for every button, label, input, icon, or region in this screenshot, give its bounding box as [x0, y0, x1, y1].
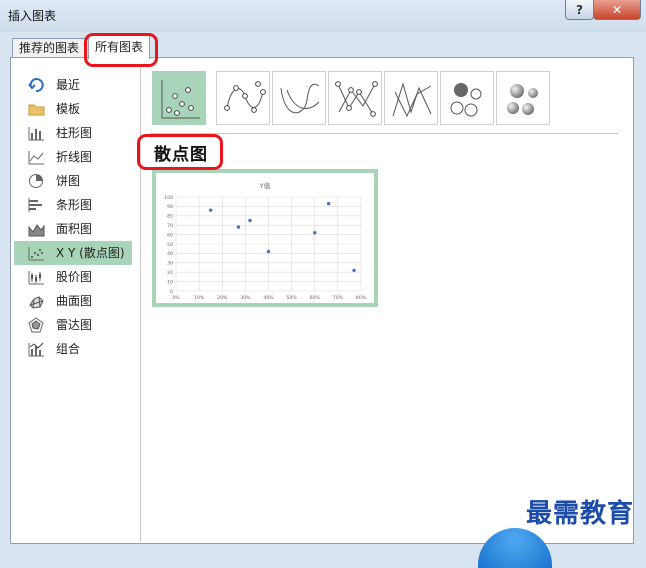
y-tick-label: 20 [167, 270, 173, 276]
stock-chart-icon [28, 269, 45, 285]
line-chart-icon [28, 149, 45, 165]
x-tick-label: 50% [287, 295, 298, 301]
y-tick-label: 40 [167, 251, 173, 257]
sidebar-item-label: 饼图 [56, 174, 81, 188]
x-tick-label: 60% [310, 295, 321, 301]
recent-icon [28, 77, 45, 93]
close-button[interactable]: ✕ [593, 0, 641, 20]
sidebar-item-label: 组合 [56, 342, 81, 356]
subtype-scatter-smooth-lines-markers[interactable] [216, 71, 270, 125]
chart-type-title: 散点图 [154, 145, 208, 165]
scatter-icon [161, 80, 200, 119]
sidebar-item-bar[interactable]: 条形图 [14, 193, 132, 217]
scatter-smooth-lines-icon [280, 83, 320, 114]
sidebar-item-label: X Y (散点图) [56, 246, 125, 260]
x-tick-label: 80% [356, 295, 367, 301]
y-tick-label: 90 [167, 204, 173, 210]
watermark-text: 最需教育 [526, 499, 635, 529]
scatter-point [248, 218, 252, 223]
chart-preview[interactable]: Y值 0 10 20 30 40 50 60 70 80 90 100 0% 10% 20% 30% 40% 5… [152, 169, 378, 307]
sidebar-item-column[interactable]: 柱形图 [14, 121, 132, 145]
combo-chart-icon [28, 341, 45, 357]
scatter-point [208, 208, 213, 212]
scatter-point [326, 201, 331, 206]
x-tick-label: 20% [217, 295, 228, 301]
bar-chart-icon [28, 197, 45, 213]
folder-icon [28, 101, 45, 117]
help-button[interactable]: ? [565, 0, 594, 20]
y-tick-label: 30 [167, 261, 173, 267]
sidebar-item-label: 折线图 [56, 150, 93, 164]
subtype-bubble[interactable] [440, 71, 494, 125]
scatter-point [352, 268, 356, 273]
x-tick-label: 70% [333, 295, 344, 301]
sidebar-item-area[interactable]: 面积图 [14, 217, 132, 241]
sidebar-item-radar[interactable]: 雷达图 [14, 313, 132, 337]
y-tick-label: 50 [167, 242, 173, 248]
scatter-chart-preview: Y值 0 10 20 30 40 50 60 70 80 90 100 0% 10% 20% 30% 40% 5… [164, 181, 367, 301]
sidebar-item-recent[interactable]: 最近 [14, 73, 132, 97]
scatter-chart-icon [28, 245, 45, 261]
y-tick-label: 100 [164, 195, 173, 201]
sidebar-item-templates[interactable]: 模板 [14, 97, 132, 121]
bubble-icon [450, 83, 482, 117]
chart-title: Y值 [259, 181, 271, 190]
tab-recommended-charts[interactable]: 推荐的图表 [12, 38, 87, 58]
scatter-point [266, 249, 271, 254]
chart-tick-labels: 0 10 20 30 40 50 60 70 80 90 100 0% 10% 20% 30% 40% 50% 6… [164, 195, 367, 301]
scatter-point [313, 231, 317, 235]
title-bar: 插入图表 ? ✕ [0, 0, 646, 32]
sidebar-item-surface[interactable]: 曲面图 [14, 289, 132, 313]
surface-chart-icon [28, 293, 45, 309]
scatter-straight-lines-icon [392, 82, 432, 118]
y-tick-label: 0 [170, 289, 173, 295]
scatter-point [236, 225, 241, 229]
scatter-straight-lines-markers-icon [335, 81, 378, 117]
gallery-divider [150, 133, 618, 134]
pie-chart-icon [28, 173, 45, 189]
sidebar-item-label: 最近 [56, 78, 81, 92]
radar-chart-icon [28, 317, 45, 333]
subtype-scatter-straight-lines-markers[interactable] [328, 71, 382, 125]
tab-all-charts[interactable]: 所有图表 [88, 34, 151, 59]
sidebar-item-combo[interactable]: 组合 [14, 337, 132, 361]
sidebar-item-label: 股价图 [56, 270, 93, 284]
chart-points [208, 201, 356, 273]
sidebar-item-label: 曲面图 [56, 294, 93, 308]
x-tick-label: 0% [172, 295, 180, 301]
subtype-3d-bubble[interactable] [496, 71, 550, 125]
sidebar-item-label: 面积图 [56, 222, 93, 236]
sidebar-item-label: 条形图 [56, 198, 93, 212]
sidebar-item-stock[interactable]: 股价图 [14, 265, 132, 289]
3d-bubble-icon [507, 84, 538, 115]
scatter-smooth-lines-markers-icon [224, 81, 266, 113]
chart-category-list: 最近 模板 柱形图 折线图 饼图 条形图 面积图 X Y (散点图) 股价图 曲… [14, 73, 132, 361]
x-tick-label: 40% [263, 295, 274, 301]
subtype-scatter-straight-lines[interactable] [384, 71, 438, 125]
area-chart-icon [28, 221, 45, 237]
x-tick-label: 30% [240, 295, 251, 301]
y-tick-label: 80 [167, 214, 173, 220]
y-tick-label: 70 [167, 223, 173, 229]
sidebar-item-label: 模板 [56, 102, 81, 116]
y-tick-label: 60 [167, 232, 173, 238]
y-tick-label: 10 [167, 279, 173, 285]
chart-gridlines [175, 196, 362, 292]
x-tick-label: 10% [194, 295, 205, 301]
subtype-scatter-smooth-lines[interactable] [272, 71, 326, 125]
subtype-scatter[interactable] [152, 71, 206, 125]
sidebar-item-pie[interactable]: 饼图 [14, 169, 132, 193]
sidebar-item-label: 雷达图 [56, 318, 93, 332]
tab-strip: 推荐的图表 所有图表 [8, 34, 632, 59]
sidebar-item-label: 柱形图 [56, 126, 93, 140]
sidebar-item-xy-scatter[interactable]: X Y (散点图) [14, 241, 132, 265]
sidebar-item-line[interactable]: 折线图 [14, 145, 132, 169]
column-chart-icon [28, 125, 45, 141]
window-title: 插入图表 [8, 9, 57, 23]
sidebar-divider [140, 68, 141, 542]
